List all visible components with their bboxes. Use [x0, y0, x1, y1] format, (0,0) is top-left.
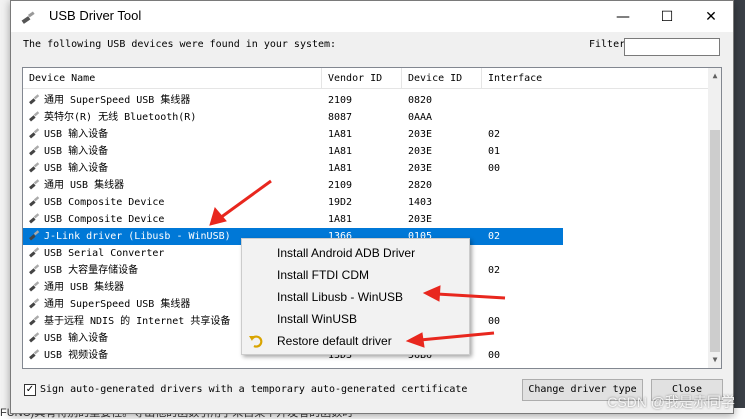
device-name-cell: USB Composite Device	[29, 211, 319, 228]
usb-plug-icon	[29, 230, 40, 241]
watermark: CSDN @我是赤同学	[607, 394, 735, 410]
interface-cell: 02	[488, 265, 501, 276]
device-id-cell: 2820	[408, 180, 433, 191]
usb-plug-icon	[29, 315, 40, 326]
table-row[interactable]: 英特尔(R) 无线 Bluetooth(R) 8087 0AAA	[23, 109, 708, 126]
device-name-cell: 通用 SuperSpeed USB 集线器	[29, 92, 319, 109]
undo-icon	[249, 335, 263, 348]
device-id-cell: 0AAA	[408, 112, 433, 123]
vendor-id-cell: 1A81	[328, 214, 353, 225]
usb-plug-icon	[29, 196, 40, 207]
scroll-up-icon[interactable]: ▲	[708, 68, 721, 84]
interface-cell	[488, 245, 562, 262]
interface-cell	[488, 296, 562, 313]
device-name-cell: USB Composite Device	[29, 194, 319, 211]
vendor-id-cell: 8087	[328, 112, 353, 123]
table-row[interactable]: USB 输入设备 1A81 203E 01	[23, 143, 708, 160]
usb-plug-icon	[21, 11, 35, 24]
usb-plug-icon	[29, 179, 40, 190]
interface-cell: 01	[488, 146, 501, 157]
interface-cell: 00	[488, 350, 501, 361]
device-name-cell: USB 输入设备	[29, 143, 319, 160]
interface-cell	[488, 92, 562, 109]
close-window-button[interactable]: ✕	[689, 1, 733, 32]
table-header: Device Name Vendor ID Device ID Interfac…	[23, 68, 708, 89]
usb-plug-icon	[29, 264, 40, 275]
table-row[interactable]: USB 输入设备 1A81 203E 00	[23, 160, 708, 177]
interface-cell	[488, 211, 562, 228]
sign-drivers-checkbox[interactable]: ✓	[24, 384, 36, 396]
usb-plug-icon	[29, 213, 40, 224]
sign-drivers-label: Sign auto-generated drivers with a tempo…	[40, 384, 468, 395]
menu-item-install-ftdi-cdm[interactable]: Install FTDI CDM	[242, 264, 469, 286]
usb-plug-icon	[29, 281, 40, 292]
device-name-cell: 通用 USB 集线器	[29, 177, 319, 194]
device-name-cell: 英特尔(R) 无线 Bluetooth(R)	[29, 109, 319, 126]
vendor-id-cell: 1A81	[328, 129, 353, 140]
interface-cell: 02	[488, 231, 501, 242]
menu-item-install-libusb-winusb[interactable]: Install Libusb - WinUSB	[242, 286, 469, 308]
column-header-vendor-id[interactable]: Vendor ID	[322, 68, 402, 88]
device-id-cell: 1403	[408, 197, 433, 208]
filter-input[interactable]	[624, 38, 720, 56]
usb-plug-icon	[29, 247, 40, 258]
menu-item-install-winusb[interactable]: Install WinUSB	[242, 308, 469, 330]
usb-plug-icon	[29, 349, 40, 360]
device-id-cell: 0820	[408, 95, 433, 106]
device-id-cell: 203E	[408, 214, 433, 225]
interface-cell	[488, 194, 562, 211]
usb-plug-icon	[29, 94, 40, 105]
table-row[interactable]: 通用 USB 集线器 2109 2820	[23, 177, 708, 194]
usb-plug-icon	[29, 128, 40, 139]
table-row[interactable]: 通用 SuperSpeed USB 集线器 2109 0820	[23, 92, 708, 109]
usb-plug-icon	[29, 298, 40, 309]
device-id-cell: 203E	[408, 146, 433, 157]
vendor-id-cell: 2109	[328, 180, 353, 191]
usb-plug-icon	[29, 332, 40, 343]
interface-cell	[488, 279, 562, 296]
vendor-id-cell: 2109	[328, 95, 353, 106]
interface-cell	[488, 177, 562, 194]
device-id-cell: 203E	[408, 163, 433, 174]
vendor-id-cell: 19D2	[328, 197, 353, 208]
minimize-button[interactable]: —	[601, 1, 645, 32]
vendor-id-cell: 1A81	[328, 146, 353, 157]
interface-cell: 00	[488, 163, 501, 174]
vendor-id-cell: 1A81	[328, 163, 353, 174]
window-title: USB Driver Tool	[49, 8, 142, 23]
column-header-interface[interactable]: Interface	[482, 68, 708, 88]
interface-cell	[488, 330, 562, 347]
scroll-down-icon[interactable]: ▼	[708, 352, 721, 368]
interface-cell: 00	[488, 316, 501, 327]
device-id-cell: 203E	[408, 129, 433, 140]
menu-item-install-android-adb[interactable]: Install Android ADB Driver	[242, 242, 469, 264]
vertical-scrollbar[interactable]: ▲ ▼	[708, 68, 721, 368]
title-bar: USB Driver Tool — ☐ ✕	[11, 1, 733, 32]
table-row[interactable]: USB Composite Device 19D2 1403	[23, 194, 708, 211]
table-row[interactable]: USB 输入设备 1A81 203E 02	[23, 126, 708, 143]
usb-plug-icon	[29, 111, 40, 122]
scrollbar-thumb[interactable]	[710, 130, 720, 352]
table-row[interactable]: USB Composite Device 1A81 203E	[23, 211, 708, 228]
usb-plug-icon	[29, 162, 40, 173]
context-menu: Install Android ADB Driver Install FTDI …	[241, 238, 470, 355]
interface-cell	[488, 109, 562, 126]
device-name-cell: USB 输入设备	[29, 160, 319, 177]
menu-item-restore-default-driver[interactable]: Restore default driver	[242, 330, 469, 352]
maximize-button[interactable]: ☐	[645, 1, 689, 32]
filter-label: Filter	[589, 39, 626, 50]
intro-text: The following USB devices were found in …	[23, 39, 337, 50]
interface-cell: 02	[488, 129, 501, 140]
device-name-cell: USB 输入设备	[29, 126, 319, 143]
column-header-device-name[interactable]: Device Name	[23, 68, 322, 88]
column-header-device-id[interactable]: Device ID	[402, 68, 482, 88]
usb-plug-icon	[29, 145, 40, 156]
